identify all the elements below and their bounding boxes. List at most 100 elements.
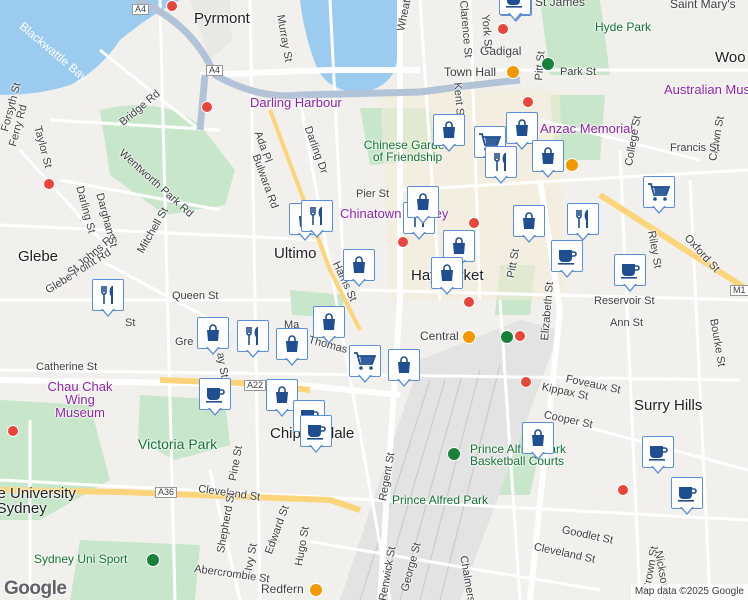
park-pin-icon[interactable] <box>447 447 461 461</box>
label-darling-harbour: Darling Harbour <box>250 95 342 110</box>
train-station-icon[interactable] <box>309 583 323 597</box>
street-reservoir-st: Reservoir St <box>594 295 655 307</box>
restaurant-marker[interactable] <box>237 320 269 360</box>
shopping-marker[interactable] <box>313 306 345 346</box>
shopping-bag-icon <box>282 334 302 354</box>
shopping-marker[interactable] <box>532 140 564 180</box>
train-station-icon[interactable] <box>565 158 579 172</box>
park-pin-icon[interactable] <box>146 553 160 567</box>
street-park-st: Park St <box>560 66 597 78</box>
fork-knife-icon <box>307 205 327 227</box>
shopping-marker[interactable] <box>513 205 545 245</box>
poi-pin[interactable] <box>7 425 19 437</box>
cafe-marker[interactable] <box>551 240 583 280</box>
label-hyde-park: Hyde Park <box>595 20 652 34</box>
fork-knife-icon <box>573 208 593 230</box>
cafe-marker[interactable] <box>300 415 332 455</box>
poi-pin[interactable] <box>617 484 629 496</box>
shopping-cart-icon <box>647 182 671 202</box>
street-pier-st: Pier St <box>356 188 390 200</box>
street-a36: A36 <box>155 487 178 498</box>
google-logo: Google <box>4 578 67 599</box>
train-station-icon[interactable] <box>506 65 520 79</box>
shopping-marker[interactable] <box>433 114 465 154</box>
street-francis-st: Francis St <box>670 142 720 154</box>
street-queen-st: Queen St <box>172 290 219 302</box>
label-sydney-uni-sport: Sydney Uni Sport <box>34 552 128 566</box>
restaurant-marker[interactable] <box>301 200 333 240</box>
cafe-marker[interactable] <box>199 378 231 418</box>
street-catherine-st: Catherine St <box>36 361 98 373</box>
metro-icon[interactable] <box>541 57 555 71</box>
cafe-marker[interactable] <box>642 436 674 476</box>
cafe-marker[interactable] <box>614 254 646 294</box>
label-saint-marys: Saint Mary's <box>670 0 736 11</box>
coffee-cup-icon <box>556 246 578 266</box>
label-australian-museum: Australian Museum <box>664 82 748 97</box>
poi-pin[interactable] <box>463 296 475 308</box>
fork-knife-icon <box>243 325 263 347</box>
shopping-bag-icon <box>203 323 223 343</box>
cafe-marker[interactable] <box>671 477 703 517</box>
street-york-st: York St <box>479 13 495 50</box>
label-university-sydney: The University of Sydney <box>0 485 76 517</box>
restaurant-marker[interactable] <box>567 203 599 243</box>
label-glebe: Glebe <box>18 248 59 265</box>
shopping-bag-icon <box>272 385 292 405</box>
restaurant-marker[interactable] <box>485 146 517 186</box>
shopping-bag-icon <box>349 255 369 275</box>
shopping-bag-icon <box>449 236 469 256</box>
poi-pin[interactable] <box>43 178 55 190</box>
poi-pin[interactable] <box>514 330 526 342</box>
shopping-marker[interactable] <box>276 328 308 368</box>
poi-pin[interactable] <box>520 376 532 388</box>
coffee-cup-icon <box>204 384 226 404</box>
fork-knife-icon <box>491 151 511 173</box>
street-wattle-st: St <box>125 317 136 329</box>
poi-pin[interactable] <box>166 0 178 12</box>
label-woolloomooloo: Woo <box>715 49 746 66</box>
restaurant-marker[interactable] <box>92 279 124 319</box>
label-prince-alfred-park: Prince Alfred Park <box>392 493 489 507</box>
street-a4-2: A4 <box>206 65 224 76</box>
grocery-marker[interactable] <box>349 345 381 385</box>
label-ultimo: Ultimo <box>274 245 317 262</box>
coffee-cup-icon <box>305 421 327 441</box>
map-attribution: Map data ©2025 Google <box>630 584 748 600</box>
cafe-marker[interactable] <box>499 0 531 23</box>
shopping-marker[interactable] <box>197 317 229 357</box>
poi-pin[interactable] <box>497 23 509 35</box>
coffee-cup-icon <box>504 0 526 9</box>
poi-pin[interactable] <box>522 96 534 108</box>
label-anzac-memorial: Anzac Memorial <box>540 121 634 136</box>
street-a4: A4 <box>132 4 150 15</box>
shopping-bag-icon <box>437 263 457 283</box>
coffee-cup-icon <box>647 442 669 462</box>
shopping-marker[interactable] <box>522 422 554 462</box>
poi-pin[interactable] <box>201 101 213 113</box>
shopping-marker[interactable] <box>431 257 463 297</box>
shopping-bag-icon <box>519 211 539 231</box>
label-pyrmont: Pyrmont <box>194 10 250 27</box>
label-victoria-park: Victoria Park <box>138 436 218 452</box>
coffee-cup-icon <box>676 483 698 503</box>
shopping-bag-icon <box>394 355 414 375</box>
shopping-bag-icon <box>528 428 548 448</box>
label-town-hall: Town Hall <box>444 65 497 79</box>
street-a22: A22 <box>244 380 267 391</box>
poi-pin[interactable] <box>468 217 480 229</box>
coffee-cup-icon <box>619 260 641 280</box>
shopping-marker[interactable] <box>343 249 375 289</box>
label-central: Central <box>420 329 459 343</box>
train-station-icon[interactable] <box>462 330 476 344</box>
shopping-bag-icon <box>413 192 433 212</box>
label-surry-hills: Surry Hills <box>634 397 703 414</box>
label-chau-chak: Chau Chak Wing Museum <box>47 379 113 420</box>
map-canvas[interactable]: Pyrmont Blackwattle Bay Ultimo Glebe Hay… <box>0 0 748 600</box>
label-st-james: St James <box>535 0 586 9</box>
grocery-marker[interactable] <box>643 176 675 216</box>
metro-icon[interactable] <box>500 330 514 344</box>
shopping-bag-icon <box>319 312 339 332</box>
shopping-marker[interactable] <box>407 186 439 226</box>
shopping-marker[interactable] <box>388 349 420 389</box>
